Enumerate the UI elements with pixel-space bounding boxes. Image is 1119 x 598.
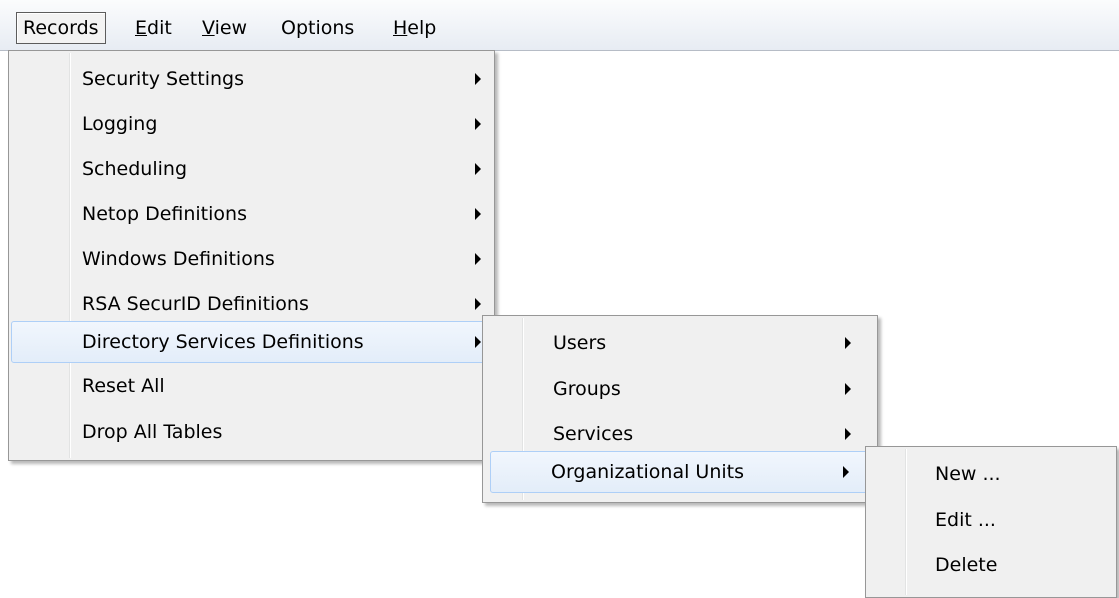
menu-edit[interactable]: Edit [129, 13, 178, 43]
menu-item-label: Directory Services Definitions [82, 331, 364, 353]
menu-item-label: Users [553, 332, 607, 354]
menu-options[interactable]: Options [275, 13, 360, 43]
submenu-arrow-icon [845, 337, 851, 349]
menu-item-label: Delete [935, 554, 998, 576]
menu-item-label: Scheduling [82, 158, 188, 180]
menu-item-netop-definitions[interactable]: Netop Definitions [11, 193, 492, 235]
menu-item-rsa-securid-definitions[interactable]: RSA SecurID Definitions [11, 283, 492, 325]
menu-item-label: Edit ... [935, 509, 996, 531]
submenu-arrow-icon [475, 253, 481, 265]
menu-help[interactable]: Help [387, 13, 442, 43]
menu-item-logging[interactable]: Logging [11, 103, 492, 145]
menu-item-edit[interactable]: Edit ... [868, 499, 1114, 541]
menu-item-label: Logging [82, 113, 158, 135]
menu-item-windows-definitions[interactable]: Windows Definitions [11, 238, 492, 280]
menu-item-groups[interactable]: Groups [485, 368, 875, 410]
menu-item-services[interactable]: Services [485, 413, 875, 455]
submenu-arrow-icon [845, 428, 851, 440]
menu-item-reset-all[interactable]: Reset All [11, 365, 492, 407]
menu-records[interactable]: Records [16, 12, 106, 44]
menu-item-label: Services [553, 423, 634, 445]
menu-help-rest: elp [407, 17, 437, 39]
app-window: { "menubar": [ {"label": "Records", "mne… [0, 0, 1119, 598]
menu-edit-rest: dit [147, 17, 172, 39]
submenu-arrow-icon [475, 73, 481, 85]
menu-records-label: Records [23, 17, 99, 39]
submenu-arrow-icon [475, 208, 481, 220]
submenu-arrow-icon [475, 163, 481, 175]
menu-item-drop-all-tables[interactable]: Drop All Tables [11, 411, 492, 453]
submenu-arrow-icon [475, 118, 481, 130]
menu-item-scheduling[interactable]: Scheduling [11, 148, 492, 190]
menu-item-new[interactable]: New ... [868, 453, 1114, 495]
menu-view[interactable]: View [196, 13, 253, 43]
menu-help-mnemonic: H [393, 17, 408, 39]
menu-item-label: Netop Definitions [82, 203, 247, 225]
menu-item-label: Organizational Units [551, 461, 745, 483]
submenu-arrow-icon [475, 336, 481, 348]
menu-item-label: Windows Definitions [82, 248, 275, 270]
menu-edit-mnemonic: E [135, 17, 148, 39]
menu-item-label: RSA SecurID Definitions [82, 293, 309, 315]
submenu-arrow-icon [475, 298, 481, 310]
menu-bar: Records Edit View Options Help [0, 0, 1119, 51]
menu-item-organizational-units[interactable]: Organizational Units [490, 451, 875, 493]
menu-view-mnemonic: V [202, 17, 215, 39]
menu-item-users[interactable]: Users [485, 322, 875, 364]
menu-item-label: Security Settings [82, 68, 244, 90]
menu-item-directory-services-definitions[interactable]: Directory Services Definitions [11, 321, 492, 363]
menu-item-label: Drop All Tables [82, 421, 223, 443]
records-menu: Security Settings Logging Scheduling Net… [8, 50, 495, 461]
menu-view-rest: iew [214, 17, 248, 39]
menu-item-security-settings[interactable]: Security Settings [11, 58, 492, 100]
menu-item-delete[interactable]: Delete [868, 544, 1114, 586]
organizational-units-submenu: New ... Edit ... Delete [865, 446, 1117, 598]
menu-item-label: Groups [553, 378, 621, 400]
menu-item-label: Reset All [82, 375, 165, 397]
submenu-arrow-icon [845, 383, 851, 395]
menu-options-label: Options [281, 17, 355, 39]
menu-item-label: New ... [935, 463, 1001, 485]
directory-services-submenu: Users Groups Services Organizational Uni… [482, 315, 878, 503]
submenu-arrow-icon [843, 466, 849, 478]
